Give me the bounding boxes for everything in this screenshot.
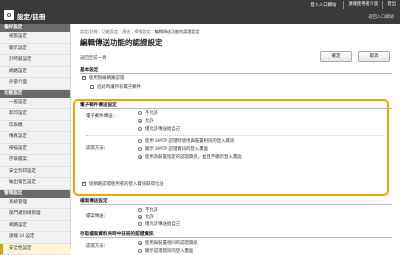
sidebar-item-access-files[interactable]: 存取檔案 (0, 155, 70, 167)
auth-same-login-radio[interactable] (138, 139, 142, 143)
breadcrumb-item[interactable]: 設定/註冊 (80, 29, 98, 34)
top-links: 登入入口網站 遠端使用者介面 登出 (308, 1, 396, 9)
email-disallow-label: 不允許 (145, 110, 158, 116)
breadcrumb-current: 編輯傳送功能的認證設定 (155, 29, 200, 34)
file-allow-radio[interactable] (138, 215, 142, 219)
sidebar-item-system-management[interactable]: 系統管理 (0, 198, 70, 210)
file-disallow-label: 不允許 (145, 207, 158, 213)
divider (80, 108, 392, 109)
auth-same-login-label: 使用 SMTP 認證時使用與裝置相同的登入資訊 (145, 138, 234, 144)
email-disallow-radio[interactable] (138, 111, 142, 115)
file-self-only-radio[interactable] (138, 222, 142, 226)
all-email-label: 因此時讓所有電子郵件 (97, 84, 141, 90)
file-send-label: 檔案傳送： (86, 213, 108, 219)
email-self-only-label: 僅允許傳送給自己 (145, 126, 180, 132)
app-title: 設定/註冊 (17, 11, 45, 21)
breadcrumb-item[interactable]: 傳送 (122, 29, 130, 34)
get-address-checkbox[interactable] (82, 182, 86, 186)
sidebar-item-secure-print[interactable]: 安全列印設定 (0, 167, 70, 179)
back-link[interactable]: 返回至前一頁 (80, 55, 106, 61)
sidebar-heading-management: 管理設定 (0, 190, 70, 198)
sidebar-item-security[interactable]: 安全性設定 (0, 244, 70, 255)
auth-method-label: 認證方法： (86, 145, 108, 151)
sidebar-item-remote-ui[interactable]: 遠端 UI 設定 (0, 232, 70, 244)
auth-login-screen-label: 顯示 SMTP 認證資訊的登入畫面 (145, 146, 208, 152)
main-content: 設定/註冊 : 功能設定 : 傳送 : 掃描設定 : 編輯傳送功能的認證設定 編… (72, 24, 398, 249)
email-allow-label: 允許 (145, 118, 154, 124)
breadcrumb-item[interactable]: 功能設定 (102, 29, 118, 34)
file-disallow-radio[interactable] (138, 208, 142, 212)
divider (80, 73, 392, 74)
all-email-checkbox[interactable] (90, 85, 94, 89)
sidebar: 偏好設定 紙張設定 顯示設定 計時器設定 網路設定 外部介面 功能設定 一般設定… (0, 24, 71, 249)
auth-login-screen-radio[interactable] (138, 147, 142, 151)
portal-login-link[interactable]: 登入入口網站 (308, 1, 340, 9)
sidebar-item-paper[interactable]: 紙張設定 (0, 32, 70, 44)
file-self-only-label: 僅允許傳送給自己 (145, 221, 180, 227)
settings-icon (4, 10, 14, 20)
top-bar: 設定/註冊 登入入口網站 遠端使用者介面 登出 返回入口網站 (0, 0, 400, 24)
sidebar-item-printer[interactable]: 印表機 (0, 121, 70, 133)
sidebar-item-scan[interactable]: 掃描設定 (0, 144, 70, 156)
sidebar-item-output-report[interactable]: 輸出報告設定 (0, 178, 70, 190)
sidebar-item-network-settings[interactable]: 網路設定 (0, 221, 70, 233)
remote-ui-link[interactable]: 遠端使用者介面 (343, 1, 378, 9)
folder-same-info-radio[interactable] (138, 241, 142, 245)
sidebar-item-display[interactable]: 顯示設定 (0, 44, 70, 56)
sidebar-item-external-interface[interactable]: 外部介面 (0, 78, 70, 90)
sidebar-heading-preferences: 偏好設定 (0, 24, 70, 32)
use-auth-label: 使用無線網路認證 (89, 75, 124, 81)
page-title: 編輯傳送功能的認證設定 (80, 37, 163, 48)
file-allow-label: 允許 (145, 214, 154, 220)
logout-link[interactable]: 登出 (382, 1, 396, 9)
use-auth-checkbox[interactable] (82, 76, 86, 80)
ok-button[interactable]: 確定 (320, 51, 352, 62)
divider (80, 204, 392, 205)
folder-same-info-label: 使用與裝置相同的認證資訊 (145, 240, 198, 246)
return-portal-link[interactable]: 返回入口網站 (368, 14, 394, 20)
sidebar-item-fax[interactable]: 傳真設定 (0, 132, 70, 144)
sidebar-item-department-id[interactable]: 部門識別碼管理 (0, 209, 70, 221)
get-address-label: 從網路認證使用者的登入資訊取得位址 (89, 181, 164, 187)
auth-device-info-label: 使用為裝置指定的認證資訊，並且不顯示登入畫面 (145, 154, 242, 160)
email-allow-radio[interactable] (138, 119, 142, 123)
sidebar-item-general[interactable]: 一般設定 (0, 98, 70, 110)
sidebar-item-timer[interactable]: 計時器設定 (0, 55, 70, 67)
divider (80, 237, 392, 238)
sidebar-item-copy[interactable]: 影印設定 (0, 109, 70, 121)
email-send-label: 電子郵件傳送： (86, 113, 117, 119)
cancel-button[interactable]: 取消 (358, 51, 390, 62)
auth-device-info-radio[interactable] (138, 155, 142, 159)
divider (86, 135, 384, 136)
email-self-only-radio[interactable] (138, 127, 142, 131)
breadcrumb: 設定/註冊 : 功能設定 : 傳送 : 掃描設定 : 編輯傳送功能的認證設定 (80, 29, 200, 35)
folder-auth-label: 認證方法： (86, 243, 108, 249)
breadcrumb-item[interactable]: 掃描設定 (134, 29, 150, 34)
sidebar-heading-function: 功能設定 (0, 90, 70, 98)
folder-login-screen-radio[interactable] (138, 249, 142, 253)
sidebar-item-network[interactable]: 網路設定 (0, 67, 70, 79)
